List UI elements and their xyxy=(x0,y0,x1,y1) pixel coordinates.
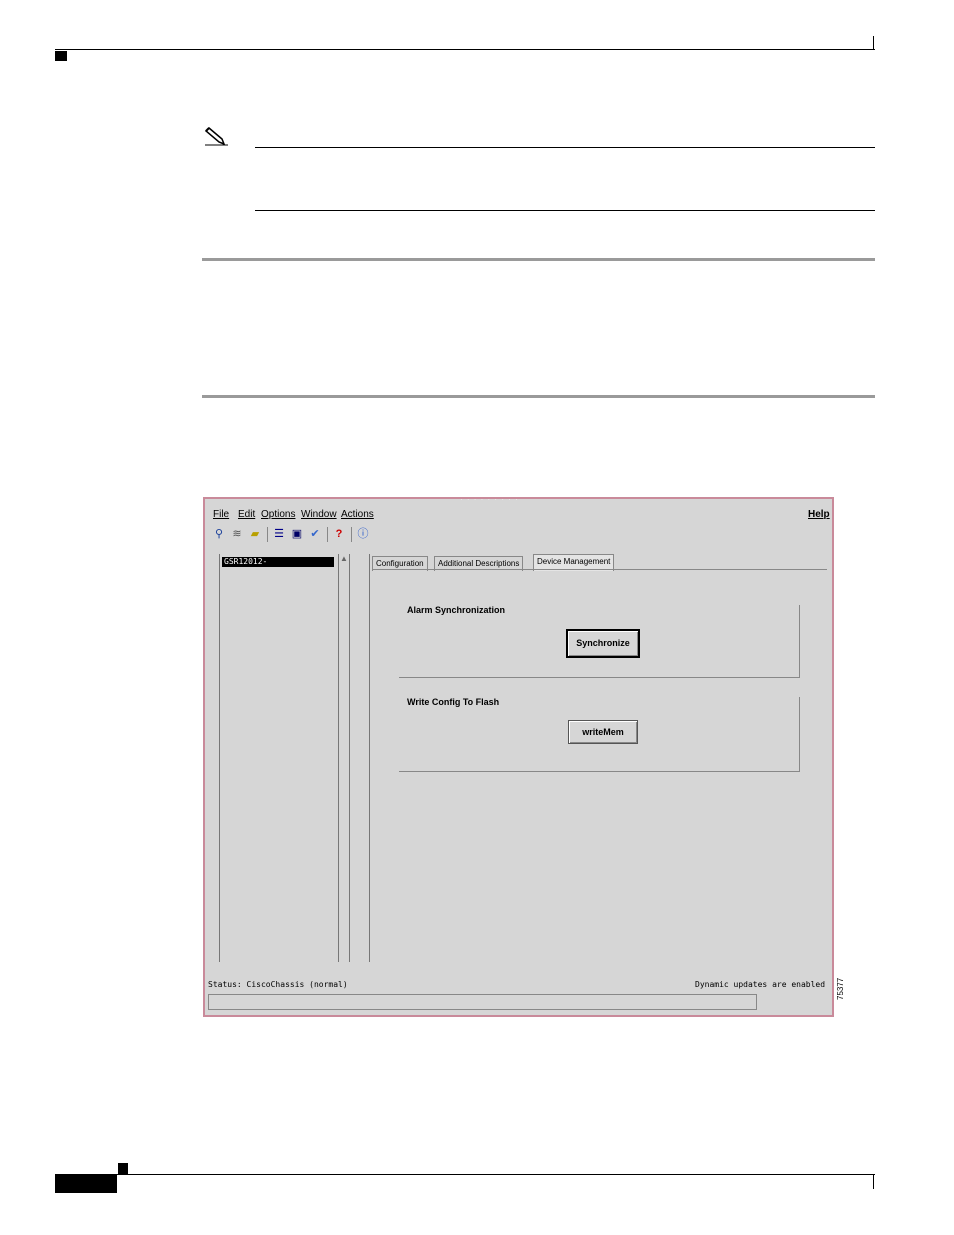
header-tick xyxy=(873,36,874,50)
window-title: · · · · · · · · · xyxy=(460,495,519,504)
check-icon[interactable]: ✔ xyxy=(307,526,323,542)
toolbar-separator xyxy=(351,527,352,542)
alarm-sync-group: Alarm Synchronization Synchronize xyxy=(399,605,800,678)
header-rule xyxy=(55,49,875,50)
menu-file[interactable]: File xyxy=(213,509,229,520)
tree-scrollbar[interactable]: ▲ xyxy=(338,554,350,962)
write-config-title: Write Config To Flash xyxy=(407,697,500,707)
note-bottom-rule xyxy=(255,210,875,211)
footer-tick xyxy=(873,1175,874,1189)
footer-marker xyxy=(118,1163,128,1174)
info-icon[interactable]: ⓘ xyxy=(355,526,371,542)
pane-divider[interactable] xyxy=(369,554,372,962)
menu-actions[interactable]: Actions xyxy=(341,509,374,520)
figure-id: 75377 xyxy=(836,977,845,1000)
toolbar-separator xyxy=(327,527,328,542)
dynamic-updates-text: Dynamic updates are enabled xyxy=(695,980,826,989)
window-titlebar: · · · · · · · · · xyxy=(205,495,832,506)
help-icon[interactable]: ? xyxy=(331,526,347,542)
note-top-rule xyxy=(255,147,875,148)
tree-icon[interactable]: ⚲ xyxy=(211,526,227,542)
list-icon[interactable]: ☰ xyxy=(271,526,287,542)
chassis-tree[interactable]: GSR12012- xyxy=(219,554,339,962)
write-config-group: Write Config To Flash writeMem xyxy=(399,697,800,772)
tree-item-selected[interactable]: GSR12012- xyxy=(222,557,334,567)
status-bar xyxy=(208,994,757,1010)
menu-edit[interactable]: Edit xyxy=(238,509,255,520)
tab-underline xyxy=(372,569,827,570)
toolbar-separator xyxy=(267,527,268,542)
header-marker xyxy=(55,51,67,61)
scroll-up-icon[interactable]: ▲ xyxy=(339,554,349,564)
device-manager-window: · · · · · · · · · File Edit Options Wind… xyxy=(203,495,834,1017)
menu-help[interactable]: Help xyxy=(808,509,830,520)
monitor-icon[interactable]: ▣ xyxy=(289,526,305,542)
section-rule-bottom xyxy=(202,395,875,398)
synchronize-button[interactable]: Synchronize xyxy=(566,629,640,658)
menu-window[interactable]: Window xyxy=(301,509,337,520)
footer-page-block xyxy=(55,1175,117,1193)
footer-rule xyxy=(55,1174,875,1175)
section-rule-top xyxy=(202,258,875,261)
writemem-button[interactable]: writeMem xyxy=(568,720,638,744)
status-text: Status: CiscoChassis (normal) xyxy=(208,980,348,989)
alarm-sync-title: Alarm Synchronization xyxy=(407,605,506,615)
menu-options[interactable]: Options xyxy=(261,509,295,520)
note-pencil-icon xyxy=(204,126,228,146)
folder-icon[interactable]: ▰ xyxy=(247,526,263,542)
layers-icon[interactable]: ≋ xyxy=(229,526,245,542)
menu-bar: File Edit Options Window Actions Help xyxy=(209,507,830,524)
